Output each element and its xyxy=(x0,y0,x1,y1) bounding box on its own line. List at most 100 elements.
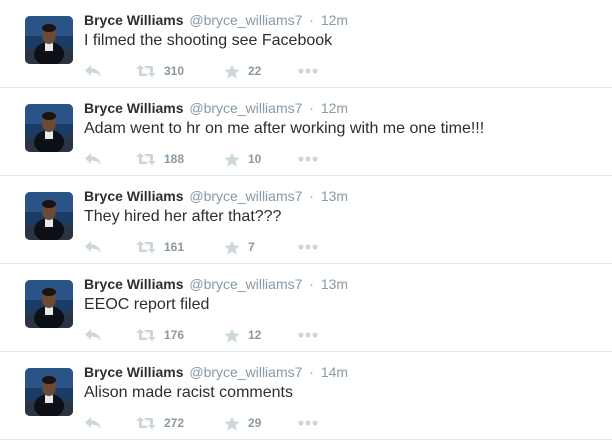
avatar[interactable] xyxy=(25,280,73,328)
author-username[interactable]: @bryce_williams7 xyxy=(189,364,302,380)
tweet-actions: 188 10 xyxy=(84,149,444,169)
tweet-actions: 176 12 xyxy=(84,325,444,345)
author-name[interactable]: Bryce Williams xyxy=(84,100,183,116)
tweet-text: I filmed the shooting see Facebook xyxy=(84,32,333,49)
separator-dot: · xyxy=(309,364,314,380)
favorite-count: 22 xyxy=(248,64,262,78)
tweet[interactable]: Bryce Williams @bryce_williams7 · 12m Ad… xyxy=(0,88,612,176)
more-options-button[interactable] xyxy=(298,413,318,433)
tweet-actions: 310 22 xyxy=(84,61,444,81)
favorite-button[interactable]: 12 xyxy=(224,325,261,345)
reply-button[interactable] xyxy=(84,61,102,81)
more-dots-icon xyxy=(298,332,318,338)
retweet-button[interactable]: 272 xyxy=(136,413,184,433)
reply-icon xyxy=(85,417,101,429)
tweet-text: Alison made racist comments xyxy=(84,384,293,401)
tweet-header: Bryce Williams @bryce_williams7 · 12m xyxy=(84,11,348,29)
tweet-header: Bryce Williams @bryce_williams7 · 13m xyxy=(84,187,348,205)
retweet-count: 161 xyxy=(164,240,185,254)
reply-button[interactable] xyxy=(84,325,102,345)
tweet[interactable]: Bryce Williams @bryce_williams7 · 14m Al… xyxy=(0,352,612,440)
tweet-actions: 272 29 xyxy=(84,413,444,433)
retweet-button[interactable]: 310 xyxy=(136,61,184,81)
separator-dot: · xyxy=(309,100,314,116)
tweet-timestamp[interactable]: 13m xyxy=(321,276,348,292)
tweet-header: Bryce Williams @bryce_williams7 · 12m xyxy=(84,99,348,117)
tweet-timestamp[interactable]: 12m xyxy=(321,100,348,116)
tweet-header: Bryce Williams @bryce_williams7 · 14m xyxy=(84,363,348,381)
retweet-icon xyxy=(136,329,156,341)
favorite-button[interactable]: 10 xyxy=(224,149,261,169)
avatar[interactable] xyxy=(25,192,73,240)
tweet[interactable]: Bryce Williams @bryce_williams7 · 12m I … xyxy=(0,0,612,88)
retweet-count: 310 xyxy=(164,64,185,78)
retweet-icon xyxy=(136,65,156,77)
author-username[interactable]: @bryce_williams7 xyxy=(189,12,302,28)
more-dots-icon xyxy=(298,420,318,426)
avatar-image xyxy=(25,368,73,416)
more-options-button[interactable] xyxy=(298,61,318,81)
reply-button[interactable] xyxy=(84,237,102,257)
favorite-button[interactable]: 7 xyxy=(224,237,255,257)
author-username[interactable]: @bryce_williams7 xyxy=(189,188,302,204)
more-options-button[interactable] xyxy=(298,325,318,345)
author-name[interactable]: Bryce Williams xyxy=(84,188,183,204)
tweet-timestamp[interactable]: 13m xyxy=(321,188,348,204)
tweet[interactable]: Bryce Williams @bryce_williams7 · 13m Th… xyxy=(0,176,612,264)
tweet-header: Bryce Williams @bryce_williams7 · 13m xyxy=(84,275,348,293)
reply-icon xyxy=(85,65,101,77)
retweet-icon xyxy=(136,241,156,253)
reply-icon xyxy=(85,329,101,341)
more-dots-icon xyxy=(298,244,318,250)
author-name[interactable]: Bryce Williams xyxy=(84,364,183,380)
star-icon xyxy=(224,328,240,342)
star-icon xyxy=(224,416,240,430)
reply-button[interactable] xyxy=(84,149,102,169)
retweet-count: 188 xyxy=(164,152,185,166)
favorite-button[interactable]: 22 xyxy=(224,61,261,81)
retweet-button[interactable]: 176 xyxy=(136,325,184,345)
avatar-image xyxy=(25,192,73,240)
favorite-count: 29 xyxy=(248,416,262,430)
avatar[interactable] xyxy=(25,368,73,416)
separator-dot: · xyxy=(309,276,314,292)
tweet-timestamp[interactable]: 12m xyxy=(321,12,348,28)
tweet-timestamp[interactable]: 14m xyxy=(321,364,348,380)
retweet-icon xyxy=(136,153,156,165)
retweet-button[interactable]: 188 xyxy=(136,149,184,169)
author-name[interactable]: Bryce Williams xyxy=(84,276,183,292)
tweet-text: Adam went to hr on me after working with… xyxy=(84,120,485,137)
reply-icon xyxy=(85,153,101,165)
avatar-image xyxy=(25,16,73,64)
tweet-actions: 161 7 xyxy=(84,237,444,257)
reply-button[interactable] xyxy=(84,413,102,433)
timeline: Bryce Williams @bryce_williams7 · 12m I … xyxy=(0,0,612,445)
tweet[interactable]: Bryce Williams @bryce_williams7 · 13m EE… xyxy=(0,264,612,352)
more-dots-icon xyxy=(298,156,318,162)
avatar-image xyxy=(25,280,73,328)
avatar[interactable] xyxy=(25,104,73,152)
retweet-icon xyxy=(136,417,156,429)
favorite-count: 10 xyxy=(248,152,262,166)
more-options-button[interactable] xyxy=(298,237,318,257)
retweet-count: 176 xyxy=(164,328,185,342)
avatar-image xyxy=(25,104,73,152)
author-username[interactable]: @bryce_williams7 xyxy=(189,276,302,292)
author-username[interactable]: @bryce_williams7 xyxy=(189,100,302,116)
star-icon xyxy=(224,240,240,254)
author-name[interactable]: Bryce Williams xyxy=(84,12,183,28)
star-icon xyxy=(224,64,240,78)
avatar[interactable] xyxy=(25,16,73,64)
favorite-count: 7 xyxy=(248,240,255,254)
separator-dot: · xyxy=(309,188,314,204)
favorite-button[interactable]: 29 xyxy=(224,413,261,433)
star-icon xyxy=(224,152,240,166)
reply-icon xyxy=(85,241,101,253)
retweet-button[interactable]: 161 xyxy=(136,237,184,257)
favorite-count: 12 xyxy=(248,328,262,342)
separator-dot: · xyxy=(309,12,314,28)
retweet-count: 272 xyxy=(164,416,185,430)
tweet-text: EEOC report filed xyxy=(84,296,210,313)
tweet-text: They hired her after that??? xyxy=(84,208,282,225)
more-options-button[interactable] xyxy=(298,149,318,169)
